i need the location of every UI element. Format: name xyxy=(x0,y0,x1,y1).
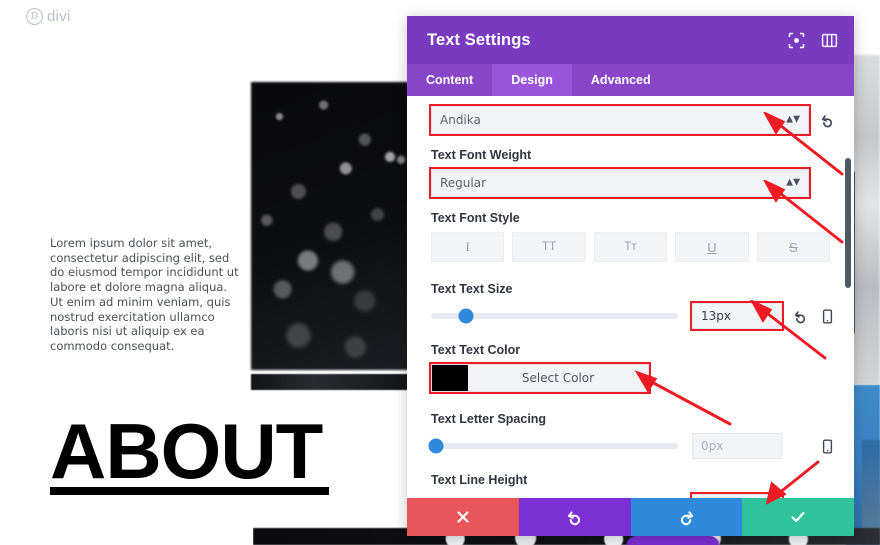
cancel-button[interactable] xyxy=(407,498,519,536)
modal-header: Text Settings xyxy=(407,16,854,64)
page-heading-underline xyxy=(50,487,329,495)
undo-icon xyxy=(568,510,581,525)
hero-photo xyxy=(251,82,409,370)
text-size-reset-icon[interactable] xyxy=(792,308,809,325)
font-family-value: Andika xyxy=(440,113,481,127)
font-style-label: Text Font Style xyxy=(431,211,520,225)
redo-icon xyxy=(680,510,693,525)
font-family-reset-icon[interactable] xyxy=(819,112,836,129)
strikethrough-button[interactable]: S xyxy=(756,232,831,262)
divi-logo-mark: D xyxy=(26,8,43,25)
line-height-label: Text Line Height xyxy=(431,473,528,487)
modal-header-icons xyxy=(788,32,838,49)
text-settings-modal: Text Settings Content Design Advanced An… xyxy=(407,16,854,536)
redo-button[interactable] xyxy=(630,498,743,536)
font-family-select[interactable]: Andika ▲▼ xyxy=(429,104,811,136)
text-color-row: Select Color xyxy=(407,362,854,394)
text-color-label: Text Text Color xyxy=(431,343,521,357)
tab-design[interactable]: Design xyxy=(492,64,572,96)
letter-spacing-label: Text Letter Spacing xyxy=(431,412,547,426)
chevron-updown-icon: ▲▼ xyxy=(786,177,800,188)
letter-spacing-slider-knob[interactable] xyxy=(428,438,444,454)
text-size-label: Text Text Size xyxy=(431,282,513,296)
uppercase-button[interactable]: TT xyxy=(512,232,586,262)
text-size-slider-knob[interactable] xyxy=(458,308,474,324)
letter-spacing-responsive-icon[interactable] xyxy=(819,438,836,455)
line-height-row: 1.1em xyxy=(407,492,854,498)
letter-spacing-input[interactable]: 0px xyxy=(692,433,782,459)
text-size-slider[interactable] xyxy=(431,308,678,324)
modal-title: Text Settings xyxy=(427,30,531,49)
settings-panel-body: Andika ▲▼ Text Font Weight Regular ▲▼ Te… xyxy=(407,96,854,498)
focus-icon[interactable] xyxy=(788,32,805,49)
font-weight-select[interactable]: Regular ▲▼ xyxy=(429,167,811,199)
modal-action-bar xyxy=(407,498,854,536)
letter-spacing-slider[interactable] xyxy=(428,438,678,454)
tab-content[interactable]: Content xyxy=(407,64,492,96)
color-swatch xyxy=(432,365,468,391)
select-color-button[interactable]: Select Color xyxy=(429,362,651,394)
underline-button[interactable]: U xyxy=(675,232,749,262)
font-family-row: Andika ▲▼ xyxy=(407,104,854,136)
modal-tabs: Content Design Advanced xyxy=(407,64,854,96)
font-weight-label: Text Font Weight xyxy=(431,148,532,162)
text-size-row: 13px xyxy=(407,301,854,331)
line-height-input[interactable]: 1.1em xyxy=(690,492,784,498)
italic-button[interactable]: I xyxy=(431,232,505,262)
divi-logo: D divi xyxy=(26,8,71,25)
panel-scrollbar[interactable] xyxy=(845,158,851,288)
tab-advanced[interactable]: Advanced xyxy=(572,64,670,96)
panel-layout-icon[interactable] xyxy=(821,32,838,49)
text-size-responsive-icon[interactable] xyxy=(819,308,836,325)
font-weight-row: Regular ▲▼ xyxy=(407,167,854,199)
letter-spacing-row: 0px xyxy=(407,433,854,459)
close-icon xyxy=(457,511,469,523)
screenshot-root: D divi Lorem ipsum dolor sit amet, conse… xyxy=(0,0,880,545)
save-button[interactable] xyxy=(742,498,854,536)
font-style-buttons: I TT Tᴛ U S xyxy=(407,232,854,262)
text-size-input[interactable]: 13px xyxy=(690,301,784,331)
select-color-label: Select Color xyxy=(468,365,648,391)
page-heading: ABOUT xyxy=(50,407,323,495)
hero-photo-strip xyxy=(251,374,409,390)
capitalize-button[interactable]: Tᴛ xyxy=(593,232,668,262)
divi-logo-text: divi xyxy=(47,8,71,25)
chevron-updown-icon: ▲▼ xyxy=(786,114,800,125)
body-paragraph: Lorem ipsum dolor sit amet, consectetur … xyxy=(50,236,239,354)
font-weight-value: Regular xyxy=(440,176,487,190)
undo-button[interactable] xyxy=(518,498,631,536)
background-bottom-white xyxy=(0,500,253,545)
check-icon xyxy=(791,511,805,523)
